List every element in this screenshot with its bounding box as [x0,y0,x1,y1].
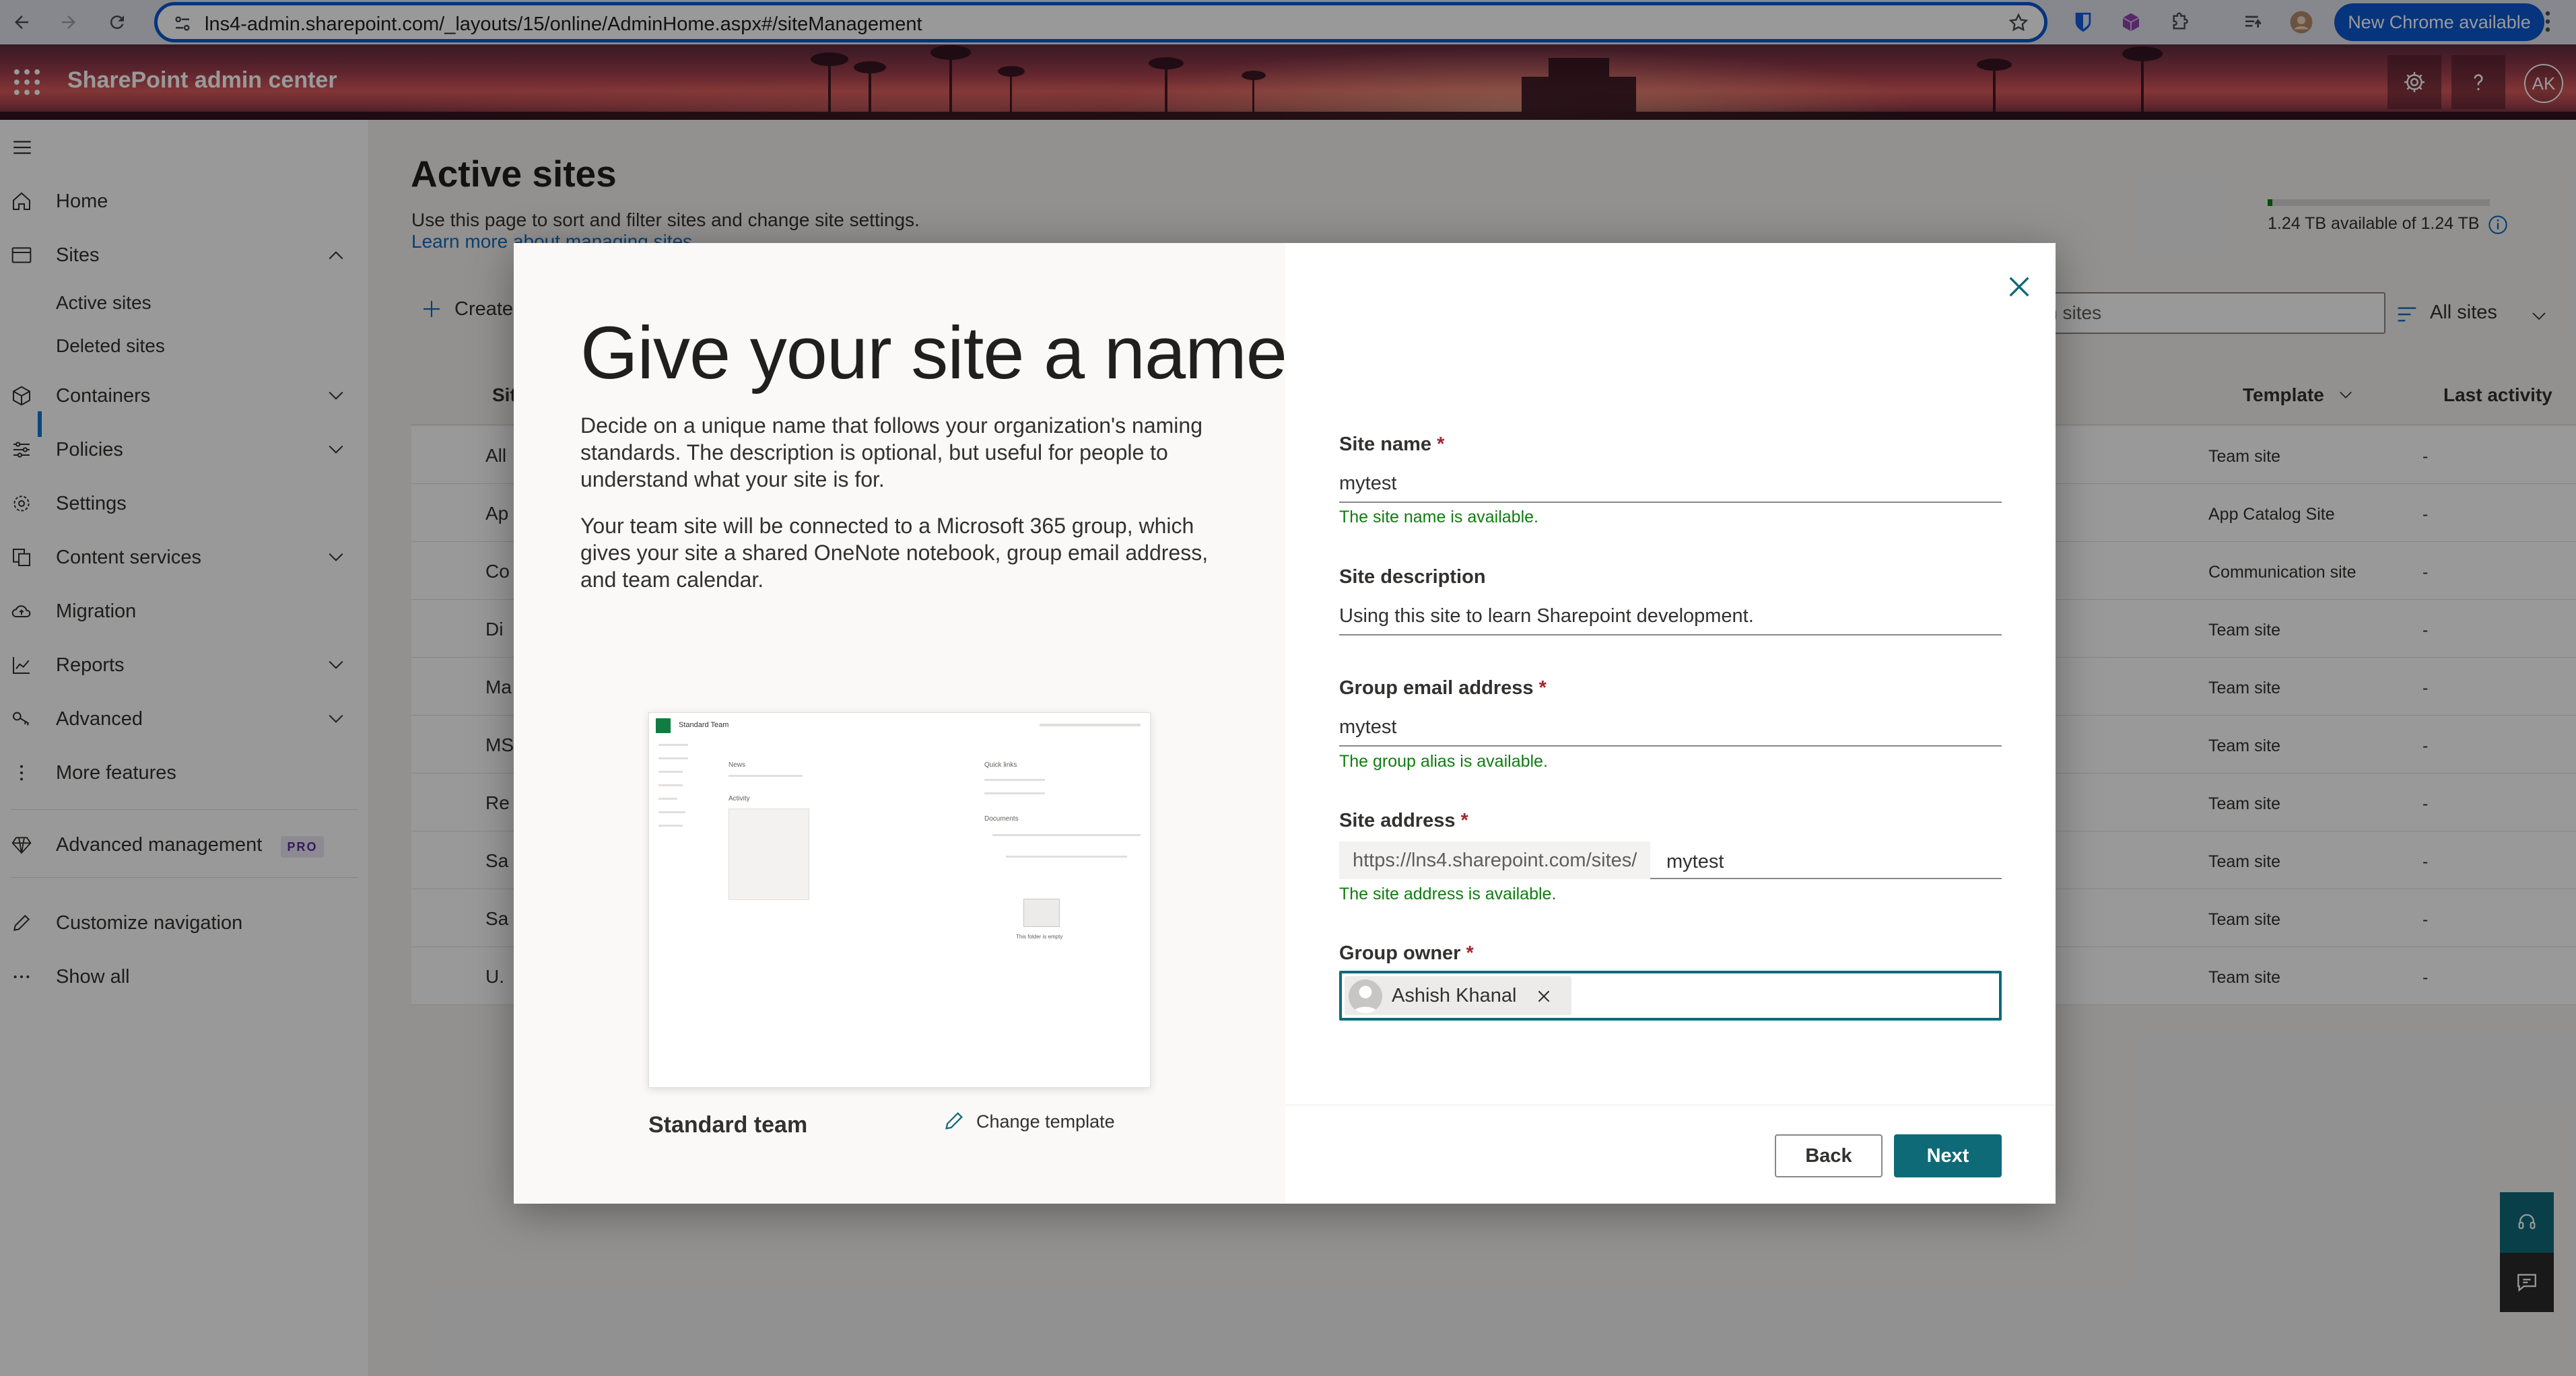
preview-nav-line [658,811,685,813]
pencil-icon [943,1109,965,1137]
label-text: Group email address [1339,677,1534,699]
site-description-label: Site description [1339,566,1486,588]
preview-nav-line [658,757,688,759]
dialog-info-panel: Give your site a name Decide on a unique… [514,243,1287,1204]
back-button[interactable]: Back [1775,1134,1883,1177]
remove-owner-icon[interactable] [1535,988,1553,1010]
close-dialog-button[interactable] [1999,267,2039,307]
preview-activity-card [728,809,809,900]
preview-nav-line [658,784,683,786]
change-template-button[interactable]: Change template [945,1111,1115,1132]
input-value: mytest [1666,851,1724,872]
preview-nav-line [658,744,688,746]
preview-news-line [728,775,803,777]
preview-link-line [984,792,1045,794]
site-name-label: Site name * [1339,434,1444,456]
required-asterisk: * [1437,434,1445,455]
site-description-input[interactable]: Using this site to learn Sharepoint deve… [1339,598,2002,635]
preview-doc-line [992,834,1141,836]
group-email-input[interactable]: mytest [1339,709,2002,747]
person-avatar-icon [1349,979,1382,1013]
preview-news: News [728,761,746,769]
template-preview-image: Standard Team News Activity Quick links … [648,712,1151,1088]
preview-documents: Documents [984,815,1019,823]
empty-folder-icon [1023,899,1060,927]
label-text: Group owner [1339,942,1461,964]
site-address-input[interactable]: https://lns4.sharepoint.com/sites/ mytes… [1339,841,2002,879]
group-owner-picker[interactable]: Ashish Khanal [1339,971,2002,1021]
site-name-input[interactable]: mytest [1339,465,2002,503]
group-email-label: Group email address * [1339,677,1547,699]
owner-name: Ashish Khanal [1392,984,1517,1006]
preview-nav-line [658,771,683,773]
required-asterisk: * [1466,942,1474,964]
preview-activity: Activity [728,795,750,802]
required-asterisk: * [1460,810,1468,831]
change-template-label: Change template [976,1111,1115,1132]
preview-nav-line [658,825,683,827]
label-text: Site name [1339,434,1431,455]
owner-persona-chip: Ashish Khanal [1345,976,1572,1015]
input-value: mytest [1339,716,1397,738]
preview-doc-line [1006,856,1127,858]
site-name-status: The site name is available. [1339,508,1538,526]
input-value: mytest [1339,472,1397,494]
preview-site-title: Standard Team [679,721,729,729]
label-text: Site address [1339,810,1456,831]
dialog-title: Give your site a name [580,312,1287,394]
template-name: Standard team [648,1112,808,1138]
preview-link-line [984,779,1045,781]
preview-header-actions [1040,724,1141,726]
group-owner-label: Group owner * [1339,942,1474,965]
required-asterisk: * [1538,677,1547,699]
create-site-dialog: Give your site a name Decide on a unique… [514,243,2056,1204]
site-address-status: The site address is available. [1339,885,1557,903]
preview-site-logo [656,718,671,733]
site-address-label: Site address * [1339,810,1468,832]
dialog-group-note: Your team site will be connected to a Mi… [580,514,1209,592]
preview-empty: This folder is empty [1016,934,1063,940]
preview-nav-line [658,798,677,800]
close-icon [2009,277,2029,297]
next-button[interactable]: Next [1894,1134,2002,1177]
dialog-description: Decide on a unique name that follows you… [580,413,1202,491]
site-address-prefix: https://lns4.sharepoint.com/sites/ [1339,841,1651,879]
input-value: Using this site to learn Sharepoint deve… [1339,605,1754,627]
group-email-status: The group alias is available. [1339,752,1548,771]
preview-quick-links: Quick links [984,761,1017,769]
